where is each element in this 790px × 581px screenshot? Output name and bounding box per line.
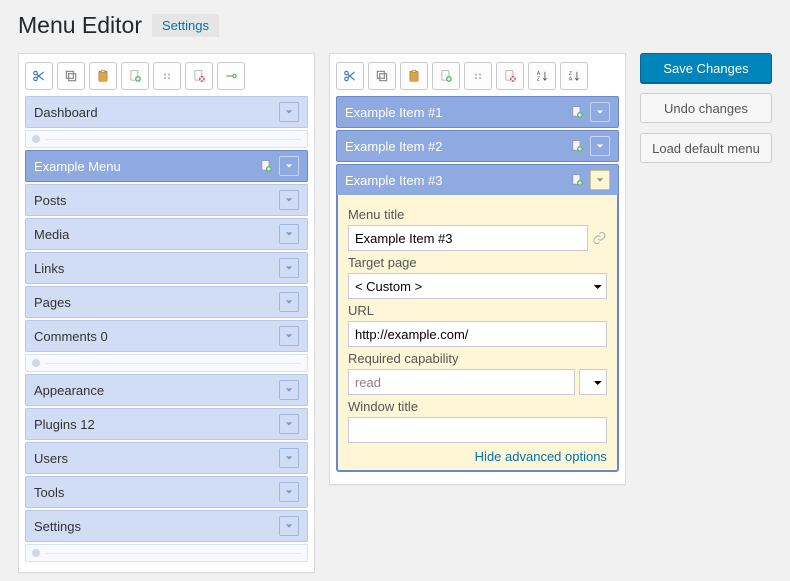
submenu-item[interactable]: Example Item #3 (336, 164, 619, 195)
expand-chevron-icon[interactable] (279, 448, 299, 468)
submenu-item-label: Example Item #3 (345, 173, 570, 188)
menu-item-label: Links (34, 261, 279, 276)
hide-advanced-link[interactable]: Hide advanced options (348, 443, 607, 464)
link-icon[interactable] (592, 230, 607, 246)
menu-item[interactable]: Media (25, 218, 308, 250)
expand-chevron-icon[interactable] (590, 136, 610, 156)
expand-chevron-icon[interactable] (279, 292, 299, 312)
new-item-icon[interactable] (121, 62, 149, 90)
sort-desc-icon[interactable]: ZA (560, 62, 588, 90)
paste-icon[interactable] (89, 62, 117, 90)
item-settings-form: Menu title Target page < Custom > URL Requir… (336, 195, 619, 472)
menu-item[interactable]: Appearance (25, 374, 308, 406)
menu-title-input[interactable] (348, 225, 588, 251)
target-page-label: Target page (348, 255, 607, 270)
new-separator-icon[interactable] (217, 62, 245, 90)
submenu-item-label: Example Item #1 (345, 105, 570, 120)
menu-item[interactable]: Dashboard (25, 96, 308, 128)
menu-item-label: Plugins 12 (34, 417, 279, 432)
paste-icon[interactable] (400, 62, 428, 90)
window-title-label: Window title (348, 399, 607, 414)
save-button[interactable]: Save Changes (640, 53, 772, 83)
copy-icon[interactable] (368, 62, 396, 90)
delete-item-icon[interactable] (185, 62, 213, 90)
menu-item[interactable]: Links (25, 252, 308, 284)
submenu-item-label: Example Item #2 (345, 139, 570, 154)
cut-icon[interactable] (336, 62, 364, 90)
top-level-menu-panel: Dashboard Example Menu Posts Media Links Page… (18, 53, 315, 573)
svg-text:Z: Z (537, 77, 541, 83)
menu-item-label: Appearance (34, 383, 279, 398)
submenu-item[interactable]: Example Item #1 (336, 96, 619, 128)
menu-item-label: Example Menu (34, 159, 259, 174)
cut-icon[interactable] (25, 62, 53, 90)
expand-chevron-icon[interactable] (590, 170, 610, 190)
svg-text:Z: Z (569, 71, 573, 77)
menu-item[interactable]: Plugins 12 (25, 408, 308, 440)
expand-chevron-icon[interactable] (590, 102, 610, 122)
menu-item[interactable]: Example Menu (25, 150, 308, 182)
menu-item[interactable]: Pages (25, 286, 308, 318)
window-title-input[interactable] (348, 417, 607, 443)
expand-chevron-icon[interactable] (279, 326, 299, 346)
tab-settings[interactable]: Settings (152, 14, 219, 37)
url-input[interactable] (348, 321, 607, 347)
menu-item[interactable]: Users (25, 442, 308, 474)
copy-icon[interactable] (57, 62, 85, 90)
expand-chevron-icon[interactable] (279, 516, 299, 536)
menu-separator[interactable] (25, 130, 308, 148)
target-page-select[interactable]: < Custom > (348, 273, 607, 299)
svg-text:A: A (569, 77, 573, 83)
menu-item-label: Media (34, 227, 279, 242)
menu-item-label: Dashboard (34, 105, 279, 120)
submenu-item[interactable]: Example Item #2 (336, 130, 619, 162)
hide-item-icon[interactable] (153, 62, 181, 90)
expand-chevron-icon[interactable] (279, 190, 299, 210)
expand-chevron-icon[interactable] (279, 224, 299, 244)
left-toolbar (25, 62, 308, 90)
menu-item-label: Users (34, 451, 279, 466)
right-toolbar: AZ ZA (336, 62, 619, 90)
page-title: Menu Editor Settings (18, 12, 772, 39)
menu-item[interactable]: Posts (25, 184, 308, 216)
submenu-panel: AZ ZA Example Item #1Example Item #2Exam… (329, 53, 626, 485)
expand-chevron-icon[interactable] (279, 258, 299, 278)
sort-asc-icon[interactable]: AZ (528, 62, 556, 90)
delete-item-icon[interactable] (496, 62, 524, 90)
undo-button[interactable]: Undo changes (640, 93, 772, 123)
menu-item-label: Settings (34, 519, 279, 534)
url-label: URL (348, 303, 607, 318)
menu-separator[interactable] (25, 544, 308, 562)
new-item-icon[interactable] (432, 62, 460, 90)
expand-chevron-icon[interactable] (279, 380, 299, 400)
expand-chevron-icon[interactable] (279, 102, 299, 122)
menu-title-label: Menu title (348, 207, 607, 222)
capability-input[interactable] (348, 369, 575, 395)
expand-chevron-icon[interactable] (279, 156, 299, 176)
side-actions: Save Changes Undo changes Load default m… (640, 53, 772, 163)
menu-separator[interactable] (25, 354, 308, 372)
menu-item-label: Tools (34, 485, 279, 500)
menu-item-label: Pages (34, 295, 279, 310)
load-default-button[interactable]: Load default menu (640, 133, 772, 163)
menu-item[interactable]: Settings (25, 510, 308, 542)
hide-item-icon[interactable] (464, 62, 492, 90)
capability-dropdown[interactable] (579, 369, 607, 395)
menu-item[interactable]: Tools (25, 476, 308, 508)
expand-chevron-icon[interactable] (279, 482, 299, 502)
menu-item-label: Posts (34, 193, 279, 208)
capability-label: Required capability (348, 351, 607, 366)
menu-item[interactable]: Comments 0 (25, 320, 308, 352)
expand-chevron-icon[interactable] (279, 414, 299, 434)
menu-item-label: Comments 0 (34, 329, 279, 344)
svg-text:A: A (537, 71, 541, 77)
